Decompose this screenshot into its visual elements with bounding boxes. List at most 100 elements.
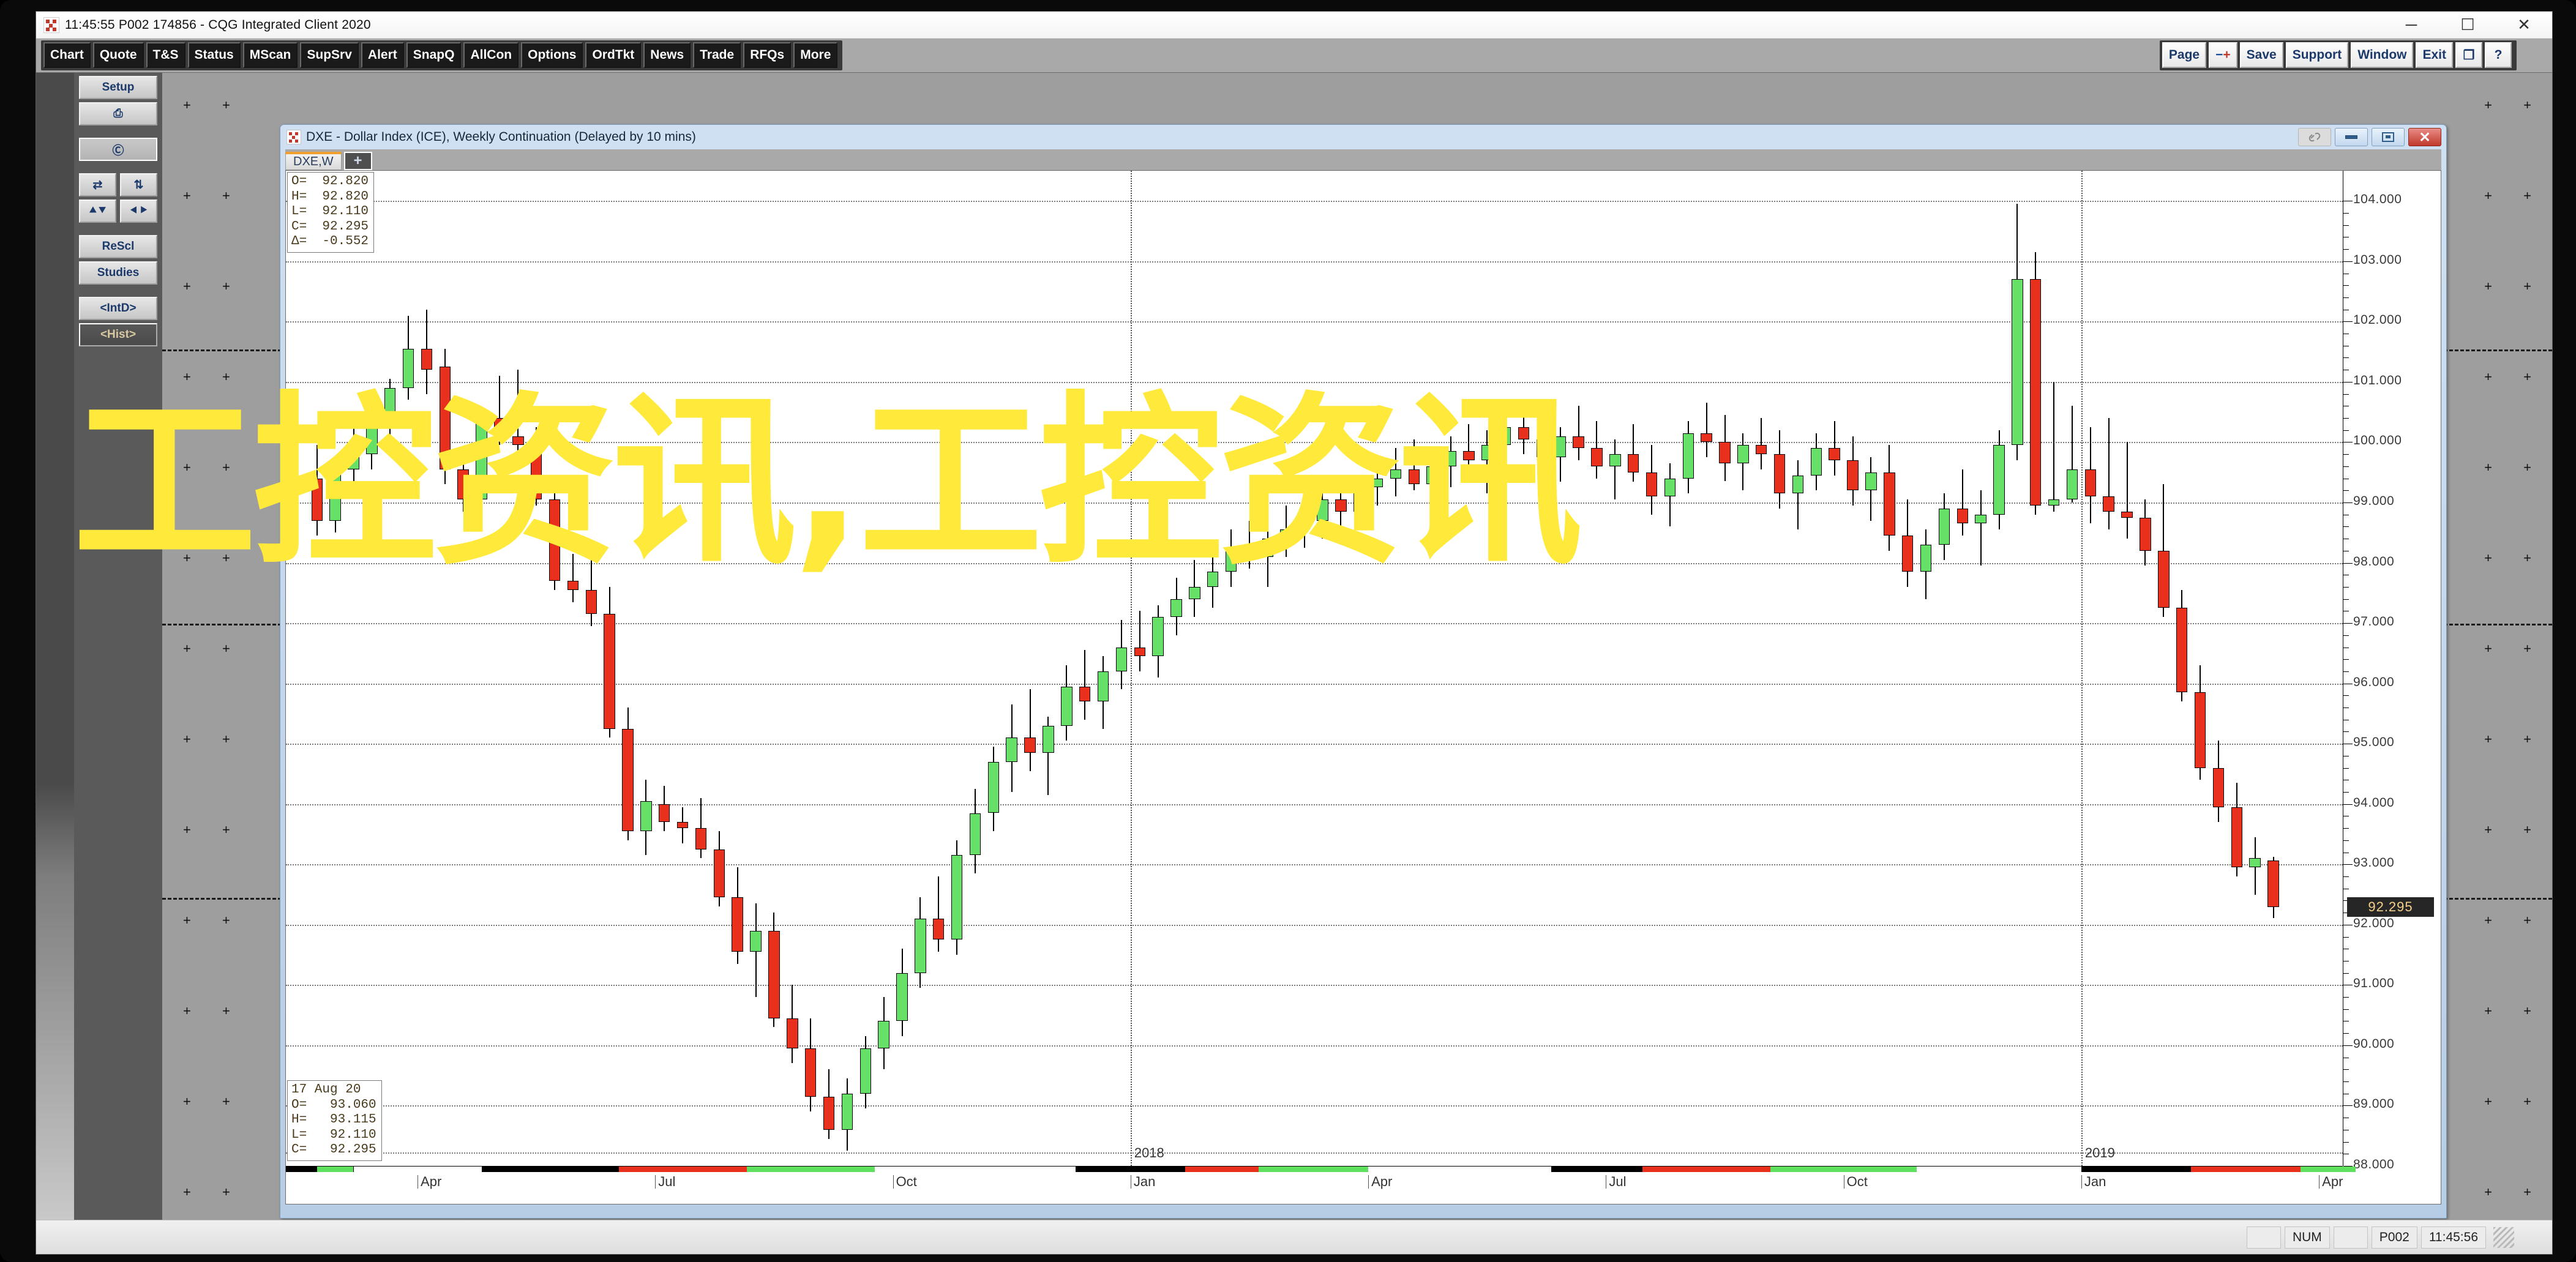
candle-body <box>2103 496 2114 512</box>
horizontal-gridline <box>286 683 2343 685</box>
price-axis-minor-tick <box>2343 586 2349 588</box>
grid-cross-marker: + <box>2484 97 2492 113</box>
candle-body <box>585 589 597 614</box>
zoom-stepper-button[interactable]: − + <box>2209 42 2237 68</box>
toolbar-button-status[interactable]: Status <box>187 42 241 68</box>
tab-dxe-w[interactable]: DXE,W <box>285 152 342 170</box>
toolbar-button-more[interactable]: More <box>793 42 838 68</box>
page-button[interactable]: Page <box>2162 42 2207 68</box>
grid-cross-marker: + <box>183 1094 191 1109</box>
horizontal-gridline <box>286 562 2343 564</box>
candle-body <box>512 436 524 446</box>
candle-body <box>1755 445 1767 455</box>
grid-cross-marker: + <box>2484 460 2492 475</box>
vertical-arrows-icon[interactable]: ⇅ <box>120 173 157 196</box>
candle-body <box>622 728 634 832</box>
price-axis-minor-tick <box>2343 357 2349 359</box>
magnet-icon[interactable]: Ⓒ <box>79 138 157 161</box>
grid-cross-marker: + <box>2484 641 2492 656</box>
chart-window[interactable]: DXE - Dollar Index (ICE), Weekly Continu… <box>280 124 2447 1219</box>
sidebar-button-setup[interactable]: Setup <box>79 76 157 99</box>
sidebar-button-studies[interactable]: Studies <box>79 261 157 285</box>
candle-body <box>640 801 652 832</box>
price-axis-tick <box>2343 623 2353 624</box>
time-axis-label: Oct <box>1843 1175 1868 1189</box>
horizontal-gridline <box>286 201 2343 203</box>
price-axis-minor-tick <box>2343 671 2349 672</box>
session-segment <box>1368 1167 1551 1172</box>
price-axis-minor-tick <box>2343 212 2349 214</box>
candle-body <box>402 348 414 388</box>
sidebar-button--hist-[interactable]: <Hist> <box>79 323 157 346</box>
chart-maximize-button[interactable] <box>2372 128 2405 146</box>
toolbar-button-trade[interactable]: Trade <box>693 42 741 68</box>
restore-window-icon[interactable]: ❐ <box>2455 42 2482 68</box>
window-button[interactable]: Window <box>2351 42 2414 68</box>
compress-horizontal-icon[interactable]: ⯇⯈ <box>120 200 157 223</box>
toolbar-button-rfqs[interactable]: RFQs <box>743 42 792 68</box>
printer-icon[interactable]: ⎙ <box>79 102 157 125</box>
candle-body <box>1170 599 1182 618</box>
minimize-button[interactable]: ─ <box>2383 12 2439 38</box>
support-button[interactable]: Support <box>2285 42 2349 68</box>
sidebar-button-rescl[interactable]: ReScl <box>79 235 157 258</box>
toolbar-button-quote[interactable]: Quote <box>92 42 144 68</box>
candle-body <box>457 469 469 500</box>
horizontal-arrows-icon[interactable]: ⇄ <box>79 173 116 196</box>
candle-body <box>787 1018 798 1048</box>
session-segment <box>1076 1167 1186 1172</box>
maximize-button[interactable]: ☐ <box>2439 12 2496 38</box>
price-axis-label: 101.000 <box>2353 373 2402 387</box>
candle-body <box>695 828 707 849</box>
candle-body <box>1920 544 1932 572</box>
price-axis-tick <box>2343 1045 2353 1046</box>
candle-body <box>1609 454 1621 466</box>
toolbar-button-t-s[interactable]: T&S <box>146 42 185 68</box>
candle-body <box>1207 572 1219 587</box>
price-axis-minor-tick <box>2343 876 2349 877</box>
sidebar-button--intd-[interactable]: <IntD> <box>79 297 157 320</box>
price-axis-minor-tick <box>2343 973 2349 974</box>
chart-plot-area[interactable]: 201820192020 <box>286 171 2343 1166</box>
toolbar-button-ordtkt[interactable]: OrdTkt <box>585 42 642 68</box>
chart-minimize-button[interactable] <box>2335 128 2368 146</box>
price-axis-label: 92.000 <box>2353 916 2395 930</box>
toolbar-button-supsrv[interactable]: SupSrv <box>300 42 359 68</box>
toolbar-button-mscan[interactable]: MScan <box>242 42 298 68</box>
close-button[interactable]: ✕ <box>2496 12 2552 38</box>
toolbar-button-snapq[interactable]: SnapQ <box>406 42 462 68</box>
exit-button[interactable]: Exit <box>2416 42 2453 68</box>
session-segment <box>1185 1167 1259 1172</box>
add-tab-button[interactable]: + <box>343 152 372 170</box>
session-color-bar <box>286 1167 2356 1172</box>
candle-body <box>2231 807 2243 868</box>
status-cell-empty <box>2333 1226 2368 1249</box>
candle-body <box>987 761 1000 813</box>
horizontal-gridline <box>286 985 2343 987</box>
price-axis[interactable]: 104.000 103.000 102.000 101.000 100.000 99.00… <box>2343 171 2441 1171</box>
compress-vertical-icon[interactable]: ⯅⯆ <box>79 200 116 223</box>
vertical-gridline <box>1130 171 1132 1166</box>
price-axis-label: 98.000 <box>2353 554 2395 569</box>
toolbar-button-chart[interactable]: Chart <box>43 42 91 68</box>
grid-cross-marker: + <box>183 369 191 384</box>
session-segment <box>1917 1167 2081 1172</box>
candle-wick <box>1084 650 1086 720</box>
candle-body <box>1079 686 1091 702</box>
time-axis[interactable]: AprJulOctJanAprJulOctJanAprJulOctJanAprJ… <box>286 1166 2356 1204</box>
help-button[interactable]: ? <box>2485 42 2512 68</box>
toolbar-button-options[interactable]: Options <box>521 42 583 68</box>
link-icon[interactable] <box>2298 128 2331 146</box>
grid-cross-marker: + <box>183 641 191 656</box>
candle-body <box>1152 617 1164 657</box>
price-axis-label: 94.000 <box>2353 795 2395 810</box>
candle-wick <box>1029 689 1031 771</box>
resize-grip[interactable] <box>2493 1227 2514 1248</box>
toolbar-button-allcon[interactable]: AllCon <box>463 42 519 68</box>
save-button[interactable]: Save <box>2239 42 2283 68</box>
grid-cross-marker: + <box>2484 188 2492 203</box>
toolbar-button-news[interactable]: News <box>643 42 691 68</box>
toolbar-button-alert[interactable]: Alert <box>361 42 404 68</box>
chart-close-button[interactable]: ✕ <box>2408 128 2441 146</box>
